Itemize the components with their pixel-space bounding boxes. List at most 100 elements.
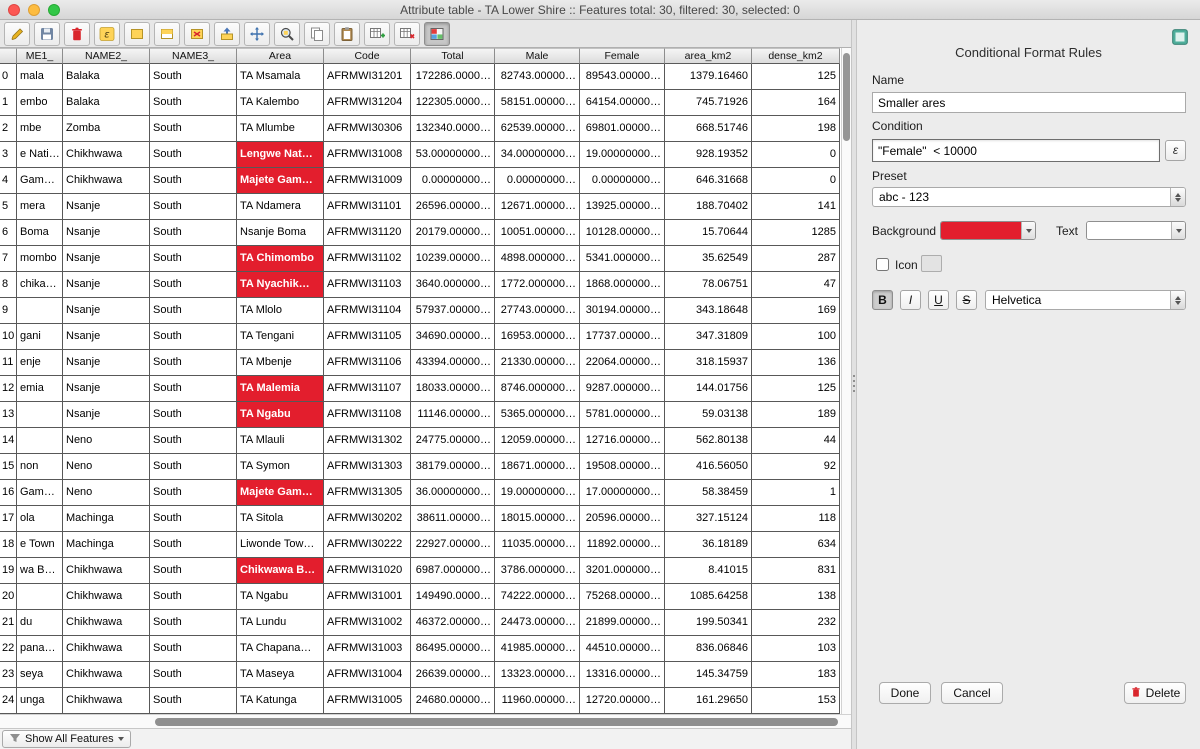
zoom-button[interactable] bbox=[48, 4, 60, 16]
cell-male[interactable]: 1772.000000… bbox=[495, 272, 580, 298]
cell-name2[interactable]: Machinga bbox=[63, 532, 150, 558]
cell-area[interactable]: TA Chapana… bbox=[237, 636, 324, 662]
cell-dense_km2[interactable]: 0 bbox=[752, 168, 840, 194]
cell-name1[interactable] bbox=[17, 298, 63, 324]
row-number[interactable]: 14 bbox=[0, 428, 17, 454]
cell-male[interactable]: 24473.00000… bbox=[495, 610, 580, 636]
invert-selection-icon[interactable] bbox=[154, 22, 180, 46]
cell-dense_km2[interactable]: 92 bbox=[752, 454, 840, 480]
cell-female[interactable]: 12716.00000… bbox=[580, 428, 665, 454]
cell-total[interactable]: 53.00000000… bbox=[411, 142, 495, 168]
cell-name1[interactable]: unga bbox=[17, 688, 63, 714]
cell-name2[interactable]: Nsanje bbox=[63, 350, 150, 376]
cell-dense_km2[interactable]: 189 bbox=[752, 402, 840, 428]
cell-name3[interactable]: South bbox=[150, 116, 237, 142]
cell-dense_km2[interactable]: 164 bbox=[752, 90, 840, 116]
minimize-button[interactable] bbox=[28, 4, 40, 16]
feature-filter-button[interactable]: Show All Features bbox=[2, 730, 131, 748]
cell-male[interactable]: 4898.000000… bbox=[495, 246, 580, 272]
cell-total[interactable]: 0.00000000… bbox=[411, 168, 495, 194]
cell-code[interactable]: AFRMWI31020 bbox=[324, 558, 411, 584]
cell-name3[interactable]: South bbox=[150, 272, 237, 298]
cell-female[interactable]: 9287.000000… bbox=[580, 376, 665, 402]
row-number[interactable]: 6 bbox=[0, 220, 17, 246]
cell-name1[interactable]: mbe bbox=[17, 116, 63, 142]
cell-name2[interactable]: Neno bbox=[63, 480, 150, 506]
cell-area[interactable]: TA Mlolo bbox=[237, 298, 324, 324]
cell-name2[interactable]: Chikhwawa bbox=[63, 584, 150, 610]
cell-total[interactable]: 86495.00000… bbox=[411, 636, 495, 662]
cell-name3[interactable]: South bbox=[150, 532, 237, 558]
column-header-rownum[interactable] bbox=[0, 48, 17, 64]
move-selection-top-icon[interactable] bbox=[214, 22, 240, 46]
cell-male[interactable]: 11960.00000… bbox=[495, 688, 580, 714]
cell-name1[interactable]: ola bbox=[17, 506, 63, 532]
cell-name3[interactable]: South bbox=[150, 480, 237, 506]
cell-code[interactable]: AFRMWI31120 bbox=[324, 220, 411, 246]
text-color-swatch[interactable] bbox=[1086, 221, 1186, 240]
cell-total[interactable]: 11146.00000… bbox=[411, 402, 495, 428]
column-header-total[interactable]: Total bbox=[411, 48, 495, 64]
done-button[interactable]: Done bbox=[879, 682, 931, 704]
cell-area[interactable]: TA Ngabu bbox=[237, 402, 324, 428]
cell-area[interactable]: TA Ndamera bbox=[237, 194, 324, 220]
cell-name3[interactable]: South bbox=[150, 402, 237, 428]
cell-code[interactable]: AFRMWI31303 bbox=[324, 454, 411, 480]
horizontal-scrollbar[interactable] bbox=[0, 714, 851, 728]
cell-male[interactable]: 8746.000000… bbox=[495, 376, 580, 402]
italic-button[interactable]: I bbox=[900, 290, 921, 310]
cell-male[interactable]: 82743.00000… bbox=[495, 64, 580, 90]
cell-name3[interactable]: South bbox=[150, 376, 237, 402]
column-header-dense_km2[interactable]: dense_km2 bbox=[752, 48, 840, 64]
underline-button[interactable]: U bbox=[928, 290, 949, 310]
cell-female[interactable]: 17.00000000… bbox=[580, 480, 665, 506]
row-number[interactable]: 21 bbox=[0, 610, 17, 636]
cell-area_km2[interactable]: 59.03138 bbox=[665, 402, 752, 428]
cell-total[interactable]: 38611.00000… bbox=[411, 506, 495, 532]
cell-dense_km2[interactable]: 100 bbox=[752, 324, 840, 350]
cell-area[interactable]: TA Malemia bbox=[237, 376, 324, 402]
cell-area_km2[interactable]: 58.38459 bbox=[665, 480, 752, 506]
cell-area[interactable]: TA Mbenje bbox=[237, 350, 324, 376]
condition-input[interactable] bbox=[872, 139, 1160, 162]
expression-builder-button[interactable]: ε bbox=[1165, 140, 1186, 161]
cell-area_km2[interactable]: 928.19352 bbox=[665, 142, 752, 168]
cell-total[interactable]: 172286.0000… bbox=[411, 64, 495, 90]
cell-name3[interactable]: South bbox=[150, 506, 237, 532]
cell-male[interactable]: 27743.00000… bbox=[495, 298, 580, 324]
cancel-button[interactable]: Cancel bbox=[941, 682, 1003, 704]
cell-male[interactable]: 12059.00000… bbox=[495, 428, 580, 454]
cell-code[interactable]: AFRMWI31004 bbox=[324, 662, 411, 688]
cell-name1[interactable]: e Nati… bbox=[17, 142, 63, 168]
cell-dense_km2[interactable]: 183 bbox=[752, 662, 840, 688]
cell-name3[interactable]: South bbox=[150, 168, 237, 194]
cell-name3[interactable]: South bbox=[150, 636, 237, 662]
cell-name3[interactable]: South bbox=[150, 610, 237, 636]
cell-name3[interactable]: South bbox=[150, 662, 237, 688]
row-number[interactable]: 9 bbox=[0, 298, 17, 324]
cell-dense_km2[interactable]: 1285 bbox=[752, 220, 840, 246]
cell-total[interactable]: 22927.00000… bbox=[411, 532, 495, 558]
cell-female[interactable]: 75268.00000… bbox=[580, 584, 665, 610]
cell-name1[interactable] bbox=[17, 428, 63, 454]
cell-code[interactable]: AFRMWI31009 bbox=[324, 168, 411, 194]
cell-name1[interactable]: mombo bbox=[17, 246, 63, 272]
cell-female[interactable]: 22064.00000… bbox=[580, 350, 665, 376]
cell-code[interactable]: AFRMWI31101 bbox=[324, 194, 411, 220]
cell-female[interactable]: 20596.00000… bbox=[580, 506, 665, 532]
cell-name2[interactable]: Neno bbox=[63, 454, 150, 480]
cell-dense_km2[interactable]: 831 bbox=[752, 558, 840, 584]
cell-male[interactable]: 10051.00000… bbox=[495, 220, 580, 246]
row-number[interactable]: 7 bbox=[0, 246, 17, 272]
cell-male[interactable]: 41985.00000… bbox=[495, 636, 580, 662]
cell-dense_km2[interactable]: 153 bbox=[752, 688, 840, 714]
row-number[interactable]: 12 bbox=[0, 376, 17, 402]
cell-area[interactable]: Nsanje Boma bbox=[237, 220, 324, 246]
conditional-formatting-icon[interactable] bbox=[424, 22, 450, 46]
row-number[interactable]: 3 bbox=[0, 142, 17, 168]
cell-male[interactable]: 19.00000000… bbox=[495, 480, 580, 506]
cell-dense_km2[interactable]: 125 bbox=[752, 64, 840, 90]
cell-name3[interactable]: South bbox=[150, 298, 237, 324]
cell-female[interactable]: 69801.00000… bbox=[580, 116, 665, 142]
cell-name2[interactable]: Balaka bbox=[63, 90, 150, 116]
